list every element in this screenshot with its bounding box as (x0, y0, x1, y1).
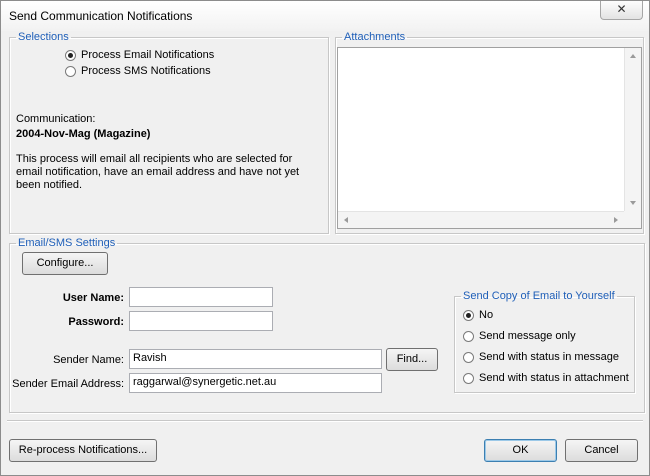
sender-name-field[interactable]: Ravish (129, 349, 382, 369)
configure-button[interactable]: Configure... (22, 252, 108, 275)
window-title: Send Communication Notifications (9, 9, 193, 23)
process-email-label: Process Email Notifications (81, 49, 215, 61)
radio-button-icon (463, 330, 474, 342)
footer-separator (7, 420, 643, 422)
copy-message-only-radio[interactable]: Send message only (463, 330, 576, 342)
sender-email-field[interactable]: raggarwal@synergetic.net.au (129, 373, 382, 393)
horizontal-scrollbar[interactable] (338, 211, 624, 228)
communication-label: Communication: (16, 113, 96, 125)
user-name-field[interactable] (129, 287, 273, 307)
ok-button[interactable]: OK (484, 439, 557, 462)
copy-message-only-label: Send message only (479, 330, 576, 342)
scroll-right-arrow-icon[interactable] (614, 217, 618, 223)
communication-value: 2004-Nov-Mag (Magazine) (16, 128, 151, 140)
copy-status-in-message-label: Send with status in message (479, 351, 620, 363)
process-description: This process will email all recipients w… (16, 153, 300, 191)
selections-legend: Selections (18, 31, 69, 43)
sender-name-label: Sender Name: (53, 354, 124, 366)
sender-email-label: Sender Email Address: (12, 378, 124, 390)
process-email-radio[interactable]: Process Email Notifications (65, 49, 214, 61)
cancel-button[interactable]: Cancel (565, 439, 638, 462)
copy-status-in-attachment-label: Send with status in attachment (479, 372, 629, 384)
copy-status-in-message-radio[interactable]: Send with status in message (463, 351, 619, 363)
radio-button-icon (463, 372, 474, 384)
attachments-legend: Attachments (344, 31, 406, 43)
copy-status-in-attachment-radio[interactable]: Send with status in attachment (463, 372, 629, 384)
process-sms-label: Process SMS Notifications (81, 65, 211, 77)
password-field[interactable] (129, 311, 273, 331)
radio-button-icon (463, 351, 474, 363)
user-name-label: User Name: (62, 292, 124, 304)
scrollbar-corner (624, 211, 641, 228)
close-button[interactable]: ✕ (600, 1, 643, 20)
process-sms-radio[interactable]: Process SMS Notifications (65, 65, 211, 77)
copy-no-radio[interactable]: No (463, 309, 493, 321)
dialog-client-area: Selections Process Email Notifications P… (7, 31, 645, 471)
scroll-up-arrow-icon[interactable] (630, 54, 636, 58)
vertical-scrollbar[interactable] (624, 48, 641, 211)
scroll-down-arrow-icon[interactable] (630, 201, 636, 205)
title-bar: Send Communication Notifications ✕ (1, 1, 649, 31)
scroll-left-arrow-icon[interactable] (344, 217, 348, 223)
copy-no-label: No (479, 309, 494, 321)
dialog-window: Send Communication Notifications ✕ Selec… (0, 0, 650, 476)
attachments-list[interactable] (337, 47, 642, 229)
radio-button-icon (65, 49, 76, 61)
settings-legend: Email/SMS Settings (18, 237, 116, 249)
find-button[interactable]: Find... (386, 348, 438, 371)
password-label: Password: (68, 316, 124, 328)
send-copy-legend: Send Copy of Email to Yourself (463, 290, 615, 302)
reprocess-notifications-button[interactable]: Re-process Notifications... (9, 439, 157, 462)
radio-button-icon (463, 309, 474, 321)
radio-button-icon (65, 65, 76, 77)
